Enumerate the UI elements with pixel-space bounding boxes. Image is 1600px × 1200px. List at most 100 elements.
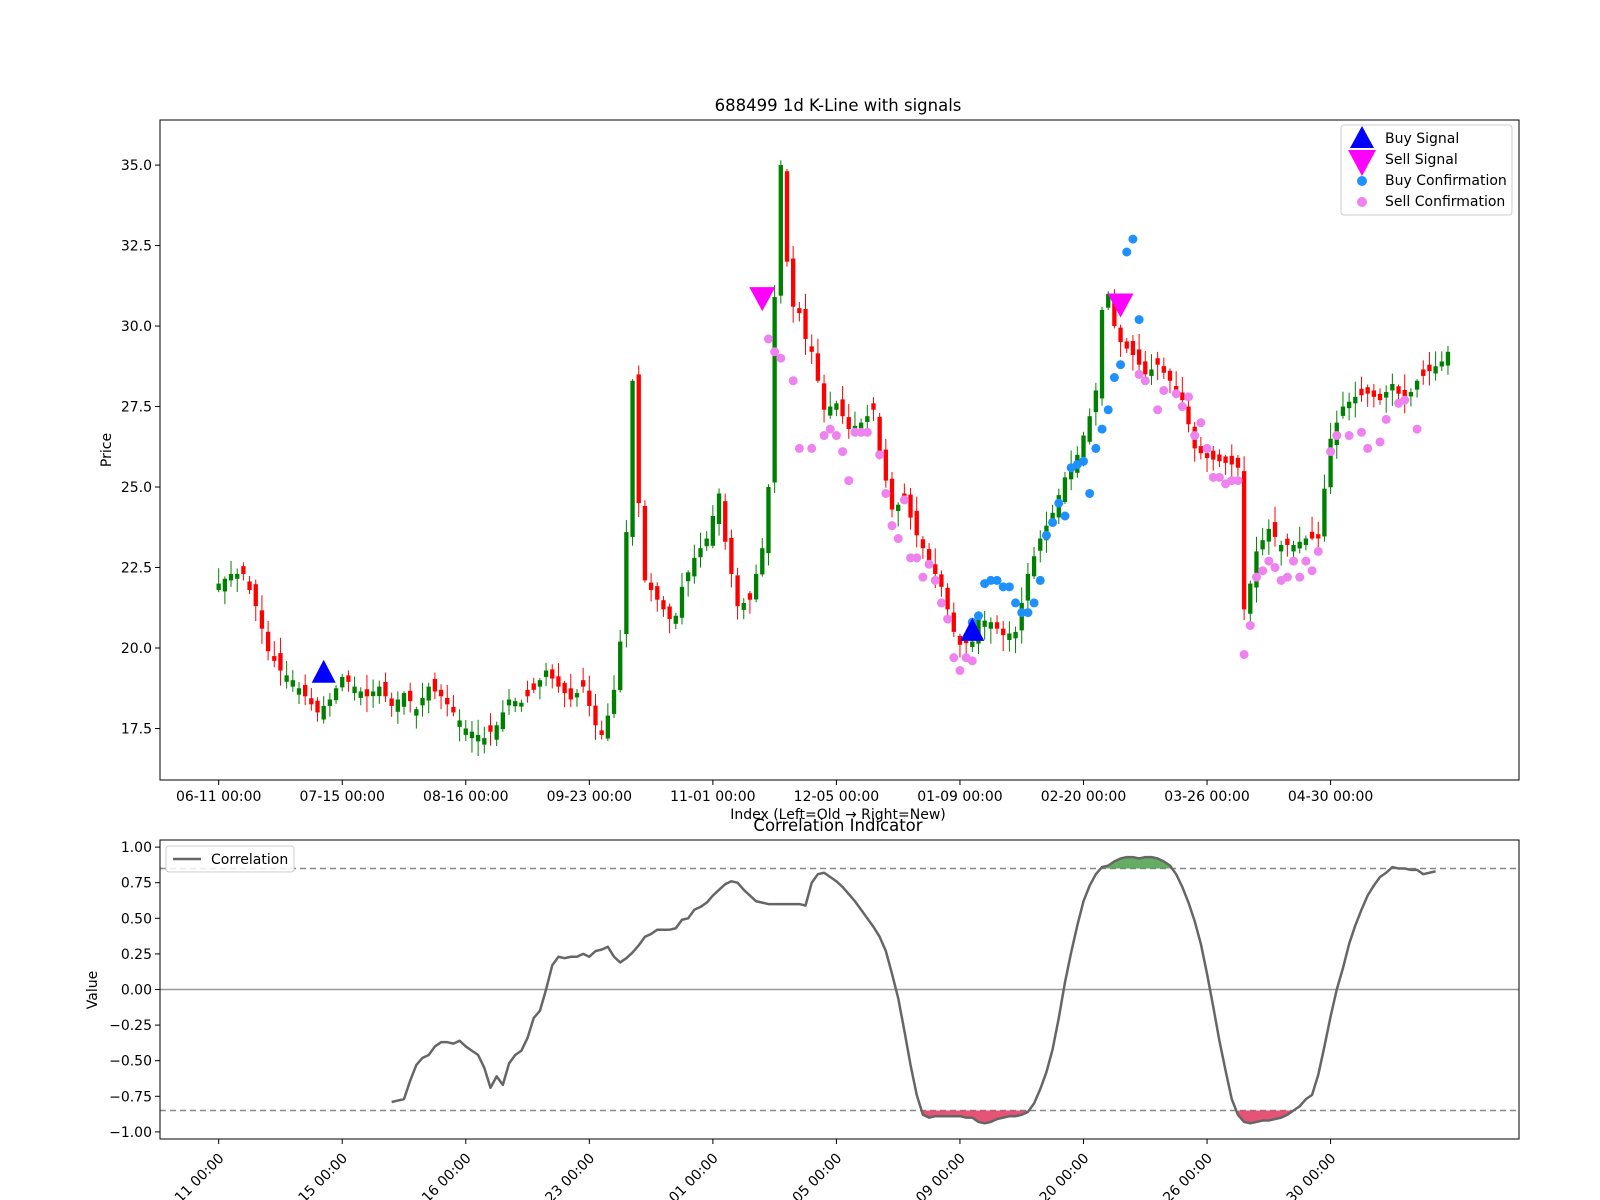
- sell-confirmation-point: [943, 614, 953, 624]
- candle-up: [290, 680, 295, 687]
- candle-up: [970, 641, 975, 648]
- candle-up: [611, 689, 617, 714]
- candle-up: [1087, 416, 1092, 442]
- sell-confirmation-point: [1258, 566, 1268, 576]
- sell-confirmation-point: [794, 443, 804, 453]
- sell-confirmation-point: [1140, 376, 1150, 386]
- candle-down: [933, 564, 938, 574]
- sell-confirmation-point: [1381, 414, 1391, 424]
- candle-down: [309, 698, 314, 705]
- candle-up: [1062, 477, 1068, 502]
- candle-down: [1001, 628, 1006, 636]
- candle-up: [340, 676, 345, 688]
- kline-y-tick-label: 27.5: [121, 400, 152, 416]
- sell-confirmation-point: [807, 443, 817, 453]
- candle-down: [346, 675, 351, 682]
- sell-confirmation-point: [893, 534, 903, 544]
- candle-up: [679, 586, 685, 618]
- sell-confirmation-point: [1363, 443, 1373, 453]
- kline-x-tick-label: 12-05 00:00: [794, 789, 879, 805]
- candle-up: [457, 720, 462, 727]
- candle-down: [1396, 386, 1401, 394]
- candle-up: [1390, 384, 1395, 391]
- figure: 688499 1d K-Line with signals 17.5 20.0 22…: [0, 0, 1600, 1200]
- sell-confirmation-point: [1412, 424, 1422, 434]
- candle-down: [791, 258, 796, 307]
- kline-x-tick-label: 01-09 00:00: [917, 789, 1002, 805]
- candle-down: [1223, 456, 1228, 463]
- candle-down: [580, 680, 586, 687]
- sell-confirmation-point: [1326, 447, 1336, 457]
- candle-up: [543, 670, 549, 677]
- candle-down: [914, 510, 919, 536]
- candle-up: [321, 705, 326, 720]
- candle-down: [1167, 370, 1173, 381]
- sell-confirmation-point: [1270, 563, 1280, 573]
- candle-down: [1377, 393, 1383, 401]
- candle-up: [426, 686, 431, 701]
- candle-up: [469, 731, 475, 739]
- candle-up: [513, 701, 518, 707]
- candle-down: [389, 698, 394, 706]
- candle-down: [278, 653, 283, 671]
- candle-up: [296, 688, 302, 695]
- kline-y-tick-label: 30.0: [121, 319, 152, 335]
- candle-up: [1099, 309, 1105, 399]
- candle-down: [1365, 387, 1370, 394]
- sell-confirmation-point: [1356, 427, 1366, 437]
- buy-confirmation-point: [1060, 511, 1070, 521]
- candle-down: [1241, 471, 1247, 610]
- buy-confirmation-point: [1035, 575, 1045, 585]
- candle-down: [1124, 341, 1129, 349]
- candle-up: [1025, 573, 1031, 601]
- candle-up: [698, 548, 703, 558]
- buy-confirmation-point: [973, 611, 983, 621]
- correlation-y-tick-label: 0.50: [121, 911, 152, 927]
- sell-confirmation-point: [967, 656, 977, 666]
- candle-down: [556, 676, 561, 687]
- sell-confirmation-point: [1289, 556, 1299, 566]
- candle-down: [488, 725, 493, 732]
- candle-down: [272, 656, 277, 661]
- candle-up: [1081, 435, 1086, 458]
- candle-up: [414, 709, 419, 716]
- candle-up: [352, 686, 357, 694]
- candle-down: [1272, 522, 1278, 537]
- kline-legend: Buy Signal Sell Signal Buy Confirmation …: [1340, 124, 1513, 216]
- sell-confirmation-point: [955, 666, 965, 676]
- candle-down: [315, 700, 320, 713]
- correlation-y-label: Value: [85, 971, 101, 1009]
- candle-down: [1198, 446, 1204, 454]
- candle-up: [506, 699, 512, 706]
- candle-down: [877, 416, 882, 452]
- candle-down: [562, 682, 567, 694]
- sell-confirmation-point: [1307, 566, 1317, 576]
- candle-down: [797, 308, 802, 314]
- buy-confirmation-point: [1023, 608, 1033, 618]
- candle-up: [605, 715, 611, 739]
- sell-confirmation-point: [918, 572, 928, 582]
- candle-down: [667, 606, 672, 620]
- candle-up: [1328, 438, 1333, 488]
- candle-down: [883, 449, 888, 481]
- candle-down: [1161, 366, 1166, 373]
- candle-down: [1229, 455, 1234, 465]
- candle-up: [1254, 551, 1259, 588]
- candle-up: [370, 691, 376, 697]
- candle-down: [642, 505, 648, 581]
- buy-confirmation-point: [1134, 315, 1144, 325]
- legend-label-buy-signal: Buy Signal: [1385, 131, 1459, 147]
- candle-down: [655, 586, 660, 600]
- sell-confirmation-point: [1375, 437, 1385, 447]
- candle-up: [1346, 401, 1352, 409]
- candle-down: [648, 582, 654, 591]
- candle-down: [531, 683, 536, 690]
- kline-x-tick-label: 11-01 00:00: [670, 789, 755, 805]
- candle-up: [235, 573, 240, 579]
- buy-confirmation-point: [1011, 598, 1021, 608]
- candle-up: [1013, 631, 1018, 639]
- candle-up: [988, 622, 994, 629]
- kline-x-tick-label: 07-15 00:00: [299, 789, 384, 805]
- candle-down: [1427, 364, 1432, 372]
- sell-confirmation-point: [763, 334, 773, 344]
